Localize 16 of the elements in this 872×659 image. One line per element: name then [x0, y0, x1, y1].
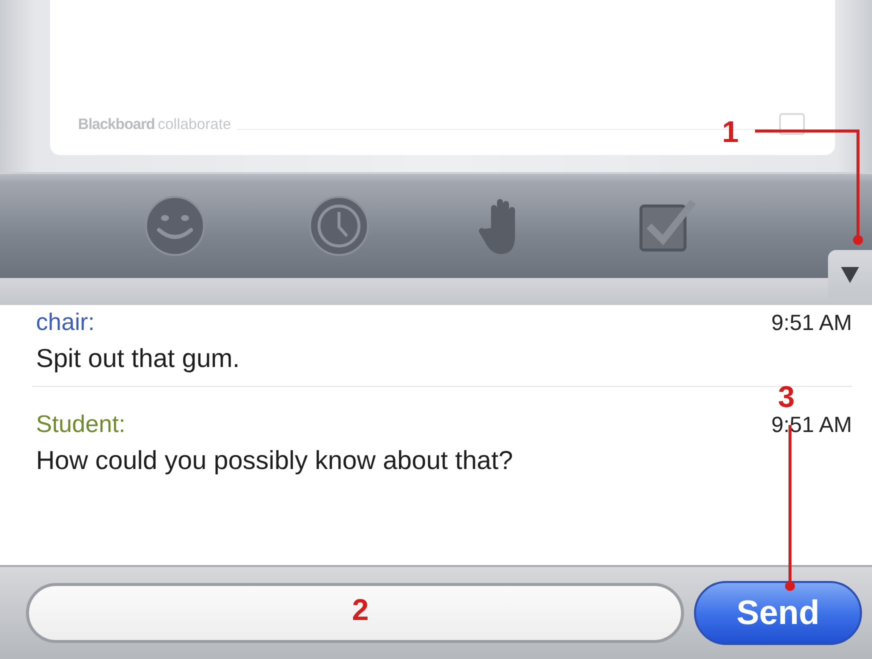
down-triangle-icon: [840, 264, 860, 284]
logo: Blackboard collaborate: [78, 116, 232, 132]
sender-name: chair:: [36, 309, 95, 337]
callout-number: 1: [722, 118, 739, 148]
message-time: 9:51 AM: [771, 310, 852, 336]
clock-icon[interactable]: [307, 194, 371, 258]
message-text: How could you possibly know about that?: [36, 445, 514, 476]
callout-number: 2: [352, 596, 369, 626]
square-icon[interactable]: [779, 113, 805, 135]
sender-name: Student:: [36, 411, 126, 439]
message-time: 9:51 AM: [771, 412, 852, 438]
callout-number: 3: [778, 383, 795, 413]
send-button[interactable]: Send: [694, 581, 862, 645]
smiley-icon[interactable]: [143, 194, 207, 258]
message-text: Spit out that gum.: [36, 343, 241, 374]
collapse-tab[interactable]: [828, 250, 872, 298]
